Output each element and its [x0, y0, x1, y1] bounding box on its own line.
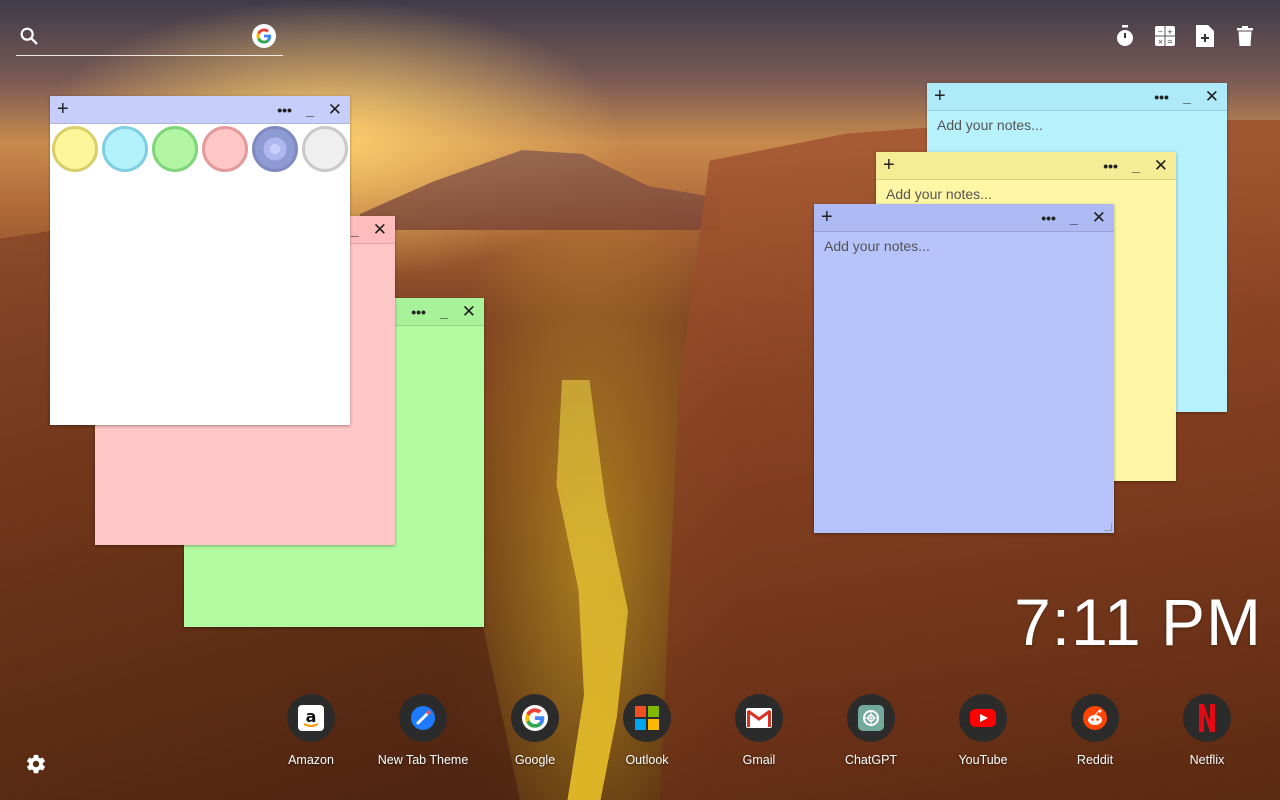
youtube-icon	[959, 694, 1007, 742]
note-close-button[interactable]: ✕	[1154, 156, 1168, 176]
note-titlebar[interactable]: + ••• _ ✕	[814, 204, 1114, 232]
note-close-button[interactable]: ✕	[1092, 208, 1106, 228]
shortcut-new-tab-theme[interactable]: New Tab Theme	[367, 694, 479, 767]
note-more-button[interactable]: •••	[1103, 158, 1118, 174]
shortcut-label: ChatGPT	[844, 753, 898, 767]
svg-text:=: =	[1167, 38, 1173, 46]
amazon-icon: a	[287, 694, 335, 742]
netflix-icon	[1183, 694, 1231, 742]
swatch-green[interactable]	[152, 126, 198, 172]
note-minimize-button[interactable]: _	[1183, 89, 1191, 105]
trash-icon[interactable]	[1234, 24, 1256, 48]
note-text[interactable]: Add your notes...	[814, 232, 1114, 533]
new-note-icon[interactable]	[1194, 24, 1216, 48]
timer-icon[interactable]	[1114, 24, 1136, 48]
calculator-icon[interactable]: − + × =	[1154, 24, 1176, 48]
add-note-button[interactable]: +	[821, 207, 833, 227]
note-more-button[interactable]: •••	[411, 304, 426, 320]
note-close-button[interactable]: ✕	[373, 220, 387, 240]
add-note-button[interactable]: +	[883, 155, 895, 175]
svg-text:a: a	[306, 707, 317, 726]
shortcut-label: Outlook	[625, 753, 669, 767]
shortcut-label: Amazon	[288, 753, 334, 767]
settings-gear-icon[interactable]	[25, 753, 47, 775]
note-blue[interactable]: + ••• _ ✕ Add your notes...	[814, 204, 1114, 533]
resize-handle[interactable]	[1104, 523, 1112, 531]
add-note-button[interactable]: +	[934, 86, 946, 106]
background-mesa	[360, 150, 720, 230]
note-close-button[interactable]: ✕	[1205, 87, 1219, 107]
shortcut-label: YouTube	[958, 753, 1008, 767]
new-tab-theme-icon	[399, 694, 447, 742]
swatch-yellow[interactable]	[52, 126, 98, 172]
shortcut-chatgpt[interactable]: ChatGPT	[815, 694, 927, 767]
note-minimize-button[interactable]: _	[1132, 158, 1140, 174]
swatch-grey[interactable]	[302, 126, 348, 172]
note-more-button[interactable]: •••	[1154, 89, 1169, 105]
shortcut-label: Netflix	[1189, 753, 1225, 767]
shortcut-youtube[interactable]: YouTube	[927, 694, 1039, 767]
note-titlebar[interactable]: + ••• _ ✕	[50, 96, 350, 124]
shortcut-label: Gmail	[742, 753, 776, 767]
note-white[interactable]: + ••• _ ✕	[50, 96, 350, 425]
note-titlebar[interactable]: + ••• _ ✕	[876, 152, 1176, 180]
shortcut-label: New Tab Theme	[377, 753, 469, 767]
note-minimize-button[interactable]: _	[306, 102, 314, 118]
note-titlebar[interactable]: + ••• _ ✕	[927, 83, 1227, 111]
chatgpt-icon	[847, 694, 895, 742]
outlook-icon	[623, 694, 671, 742]
shortcut-label: Google	[514, 753, 556, 767]
shortcut-gmail[interactable]: Gmail	[703, 694, 815, 767]
svg-text:+: +	[1167, 28, 1173, 36]
shortcut-reddit[interactable]: Reddit	[1039, 694, 1151, 767]
google-icon	[511, 694, 559, 742]
search-input[interactable]	[50, 24, 250, 48]
shortcut-google[interactable]: Google	[479, 694, 591, 767]
add-note-button[interactable]: +	[57, 99, 69, 119]
note-minimize-button[interactable]: _	[351, 222, 359, 238]
svg-text:×: ×	[1158, 38, 1164, 46]
swatch-cyan[interactable]	[102, 126, 148, 172]
shortcut-netflix[interactable]: Netflix	[1151, 694, 1263, 767]
swatch-pink[interactable]	[202, 126, 248, 172]
note-minimize-button[interactable]: _	[440, 304, 448, 320]
shortcut-amazon[interactable]: a Amazon	[255, 694, 367, 767]
search-icon[interactable]	[18, 25, 40, 47]
clock: 7:11 PM	[1014, 585, 1262, 659]
search-bar	[16, 20, 283, 56]
note-more-button[interactable]: •••	[1041, 210, 1056, 226]
reddit-icon	[1071, 694, 1119, 742]
note-more-button[interactable]: •••	[277, 102, 292, 118]
google-search-icon[interactable]	[252, 24, 276, 48]
note-minimize-button[interactable]: _	[1070, 210, 1078, 226]
note-close-button[interactable]: ✕	[462, 302, 476, 322]
svg-text:−: −	[1158, 28, 1164, 36]
toolbar: − + × =	[1114, 24, 1256, 48]
shortcut-label: Reddit	[1076, 753, 1114, 767]
shortcut-dock: a Amazon New Tab Theme Google Outlook Gm…	[255, 694, 1265, 774]
gmail-icon	[735, 694, 783, 742]
note-close-button[interactable]: ✕	[328, 100, 342, 120]
shortcut-outlook[interactable]: Outlook	[591, 694, 703, 767]
swatch-blue[interactable]	[252, 126, 298, 172]
color-swatches	[50, 124, 350, 174]
